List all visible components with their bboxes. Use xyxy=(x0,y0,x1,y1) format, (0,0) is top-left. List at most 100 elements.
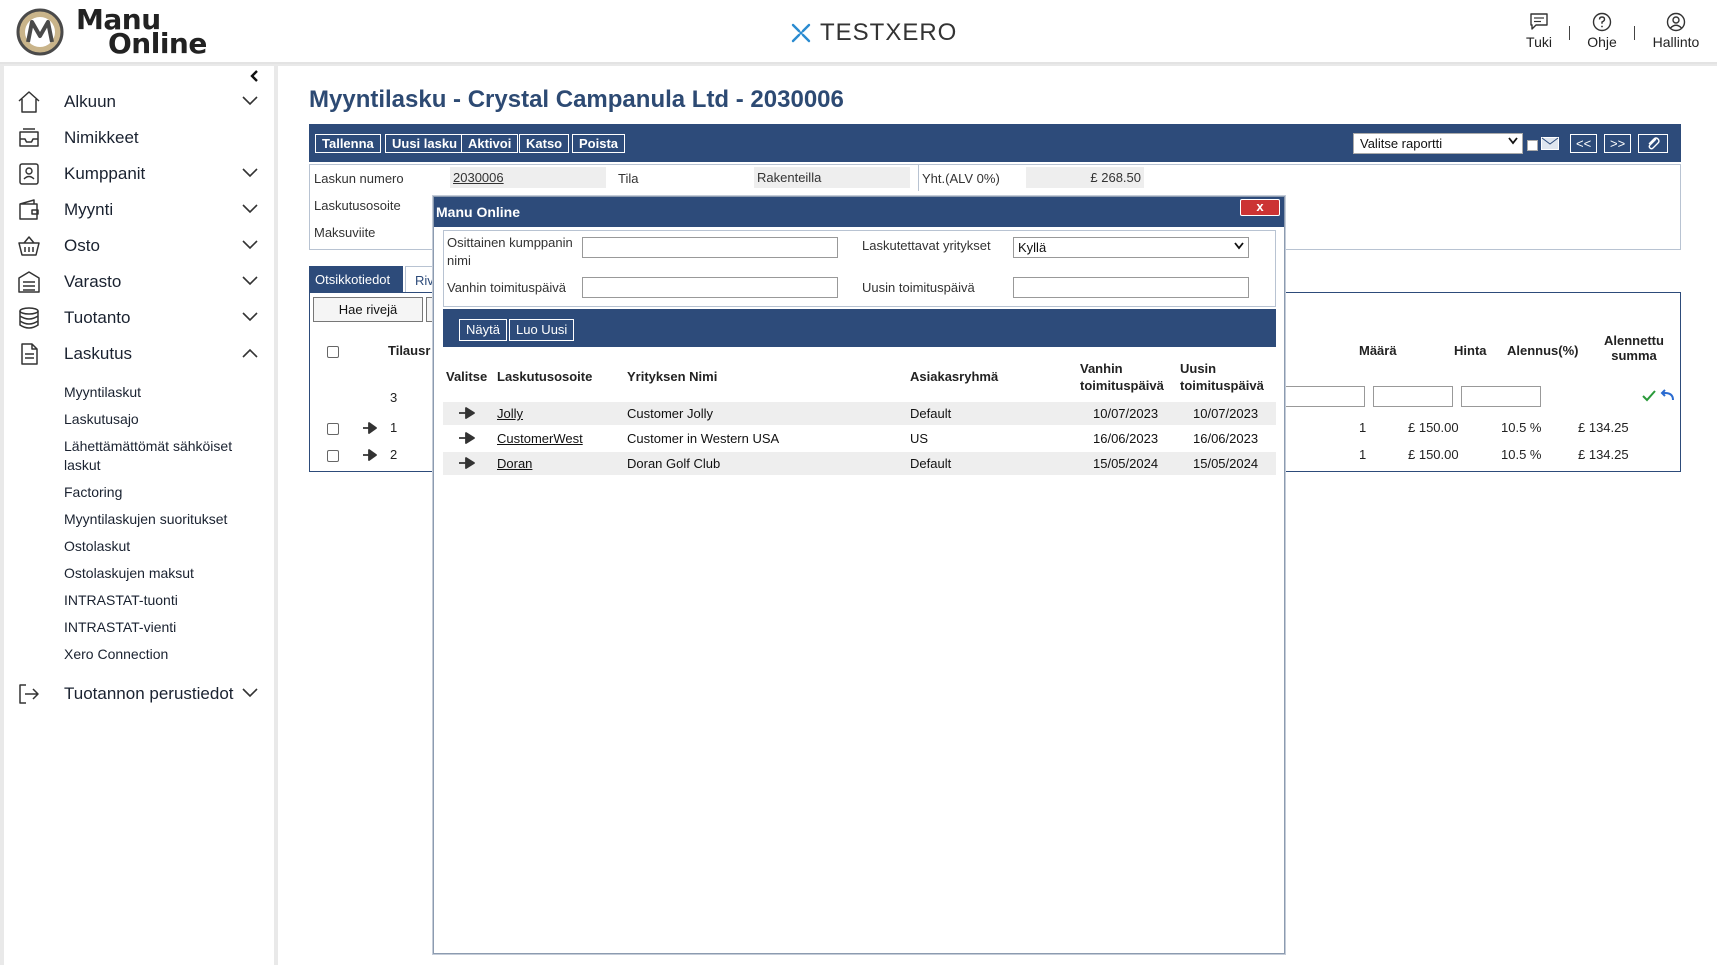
invoice-number-link[interactable]: 2030006 xyxy=(453,170,504,185)
sidebar-item-purchase[interactable]: Osto xyxy=(4,230,274,262)
sidebar-item-invoicing[interactable]: Laskutus xyxy=(4,338,274,370)
email-checkbox[interactable] xyxy=(1527,140,1538,151)
collapse-sidebar-button[interactable] xyxy=(250,70,260,82)
table-row[interactable]: Doran Doran Golf Club Default 15/05/2024… xyxy=(443,452,1276,475)
company-name-cell: Customer Jolly xyxy=(627,406,713,421)
chevron-down-icon xyxy=(242,240,258,250)
partial-name-label-line2: nimi xyxy=(447,253,471,268)
table-row[interactable]: Jolly Customer Jolly Default 10/07/2023 … xyxy=(443,402,1276,425)
sidebar-subitem-unsent-einvoices-cont[interactable]: laskut xyxy=(64,457,101,473)
sidebar-subitem-unsent-einvoices[interactable]: Lähettämättömät sähköiset xyxy=(64,438,232,454)
view-button[interactable]: Katso xyxy=(519,134,570,153)
admin-label: Hallinto xyxy=(1652,34,1700,50)
new-row-price-input[interactable] xyxy=(1373,386,1453,407)
app-logo[interactable]: Manu Online xyxy=(16,6,207,58)
newest-delivery-column-header: Uusin toimituspäivä xyxy=(1180,360,1264,394)
sidebar-subitem-sales-payments[interactable]: Myyntilaskujen suoritukset xyxy=(64,511,227,527)
sidebar-subitem-purchase-invoices[interactable]: Ostolaskut xyxy=(64,538,130,554)
invoice-number-value[interactable]: 2030006 xyxy=(450,167,606,188)
sidebar-subitem-intrastat-import[interactable]: INTRASTAT-tuonti xyxy=(64,592,178,608)
top-separator xyxy=(1569,26,1570,40)
row-checkbox[interactable] xyxy=(327,450,339,462)
report-select[interactable]: Valitse raportti xyxy=(1353,133,1523,154)
new-row-discount-input[interactable] xyxy=(1461,386,1541,407)
show-button[interactable]: Näytä xyxy=(459,319,507,341)
company-name-cell: Customer in Western USA xyxy=(627,431,780,446)
row-price: £ 150.00 xyxy=(1408,420,1459,435)
row-number: 2 xyxy=(390,447,398,462)
billing-address-label: Laskutusosoite xyxy=(314,198,401,213)
select-arrow-icon[interactable] xyxy=(458,407,476,419)
partner-search-dialog: Manu Online x Osittainen kumppanin nimi … xyxy=(433,196,1285,954)
fetch-rows-button[interactable]: Hae rivejä xyxy=(313,297,423,322)
help-button[interactable]: Ohje xyxy=(1572,12,1632,50)
top-separator xyxy=(1634,26,1635,40)
xero-mark-icon xyxy=(791,23,811,43)
sidebar-item-production-basics[interactable]: Tuotannon perustiedot xyxy=(4,678,274,710)
sidebar-item-items[interactable]: Nimikkeet xyxy=(4,122,274,154)
logout-arrow-icon xyxy=(19,684,39,704)
tab-header[interactable]: Otsikkotiedot xyxy=(309,266,403,292)
sidebar-subitem-intrastat-export[interactable]: INTRASTAT-vienti xyxy=(64,619,176,635)
newest-date-input[interactable] xyxy=(1013,277,1249,298)
next-button[interactable]: >> xyxy=(1604,134,1632,153)
row-discount: 10.5 % xyxy=(1501,420,1542,435)
select-arrow-icon[interactable] xyxy=(458,432,476,444)
row-quantity: 1 xyxy=(1359,420,1367,435)
dialog-title-bar[interactable]: Manu Online xyxy=(434,197,1284,227)
sidebar-item-sales[interactable]: Myynti xyxy=(4,194,274,226)
save-button[interactable]: Tallenna xyxy=(315,134,381,153)
sidebar-item-label: Laskutus xyxy=(64,344,133,363)
inbox-icon xyxy=(19,128,39,147)
billing-address-link[interactable]: CustomerWest xyxy=(497,431,583,446)
warehouse-icon xyxy=(18,271,40,293)
oldest-date-input[interactable] xyxy=(582,277,838,298)
create-new-button[interactable]: Luo Uusi xyxy=(509,319,575,341)
admin-button[interactable]: Hallinto xyxy=(1646,12,1706,50)
sidebar-item-label: Alkuun xyxy=(64,92,116,111)
table-row[interactable]: CustomerWest Customer in Western USA US … xyxy=(443,427,1276,450)
newest-delivery-cell: 16/06/2023 xyxy=(1193,431,1259,446)
sidebar-item-warehouse[interactable]: Varasto xyxy=(4,266,274,298)
email-icon[interactable] xyxy=(1541,137,1559,150)
attachment-button[interactable] xyxy=(1638,134,1668,153)
help-label: Ohje xyxy=(1587,34,1617,50)
new-invoice-button[interactable]: Uusi lasku xyxy=(385,134,465,153)
select-arrow-icon[interactable] xyxy=(458,457,476,469)
confirm-icon[interactable] xyxy=(1642,390,1656,402)
support-button[interactable]: Tuki xyxy=(1509,12,1569,50)
row-discount: 10.5 % xyxy=(1501,447,1542,462)
logo-mark-icon xyxy=(16,8,64,56)
invoice-number-label: Laskun numero xyxy=(314,171,404,186)
chevron-down-icon xyxy=(242,204,258,214)
sidebar-item-home[interactable]: Alkuun xyxy=(4,86,274,118)
sidebar-subitem-factoring[interactable]: Factoring xyxy=(64,484,122,500)
select-all-checkbox[interactable] xyxy=(327,346,339,358)
row-quantity: 1 xyxy=(1359,447,1367,462)
dialog-close-button[interactable]: x xyxy=(1240,199,1280,216)
row-checkbox[interactable] xyxy=(327,423,339,435)
sidebar-subitem-xero-connection[interactable]: Xero Connection xyxy=(64,646,168,662)
row-arrow-icon[interactable] xyxy=(362,422,378,434)
undo-icon[interactable] xyxy=(1660,389,1674,401)
sidebar-item-production[interactable]: Tuotanto xyxy=(4,302,274,334)
total-label: Yht.(ALV 0%) xyxy=(922,171,1000,186)
sidebar-subitem-purchase-payments[interactable]: Ostolaskujen maksut xyxy=(64,565,194,581)
sidebar-subitem-sales-invoices[interactable]: Myyntilaskut xyxy=(64,384,141,400)
previous-button[interactable]: << xyxy=(1570,134,1598,153)
billable-companies-select[interactable]: Kyllä xyxy=(1013,237,1249,258)
billing-address-link[interactable]: Jolly xyxy=(497,406,523,421)
customer-group-cell: Default xyxy=(910,406,952,421)
partial-name-input[interactable] xyxy=(582,237,838,258)
basket-icon xyxy=(18,236,40,256)
new-row-quantity-input[interactable] xyxy=(1285,386,1365,407)
invoice-toolbar: Tallenna Uusi lasku Aktivoi Katso Poista… xyxy=(309,124,1681,162)
billing-address-column-header: Laskutusosoite xyxy=(497,369,593,384)
billable-companies-label: Laskutettavat yritykset xyxy=(862,238,991,253)
sidebar-item-partners[interactable]: Kumppanit xyxy=(4,158,274,190)
sidebar-subitem-billing-run[interactable]: Laskutusajo xyxy=(64,411,139,427)
row-arrow-icon[interactable] xyxy=(362,449,378,461)
delete-button[interactable]: Poista xyxy=(572,134,626,153)
activate-button[interactable]: Aktivoi xyxy=(461,134,519,153)
billing-address-link[interactable]: Doran xyxy=(497,456,532,471)
